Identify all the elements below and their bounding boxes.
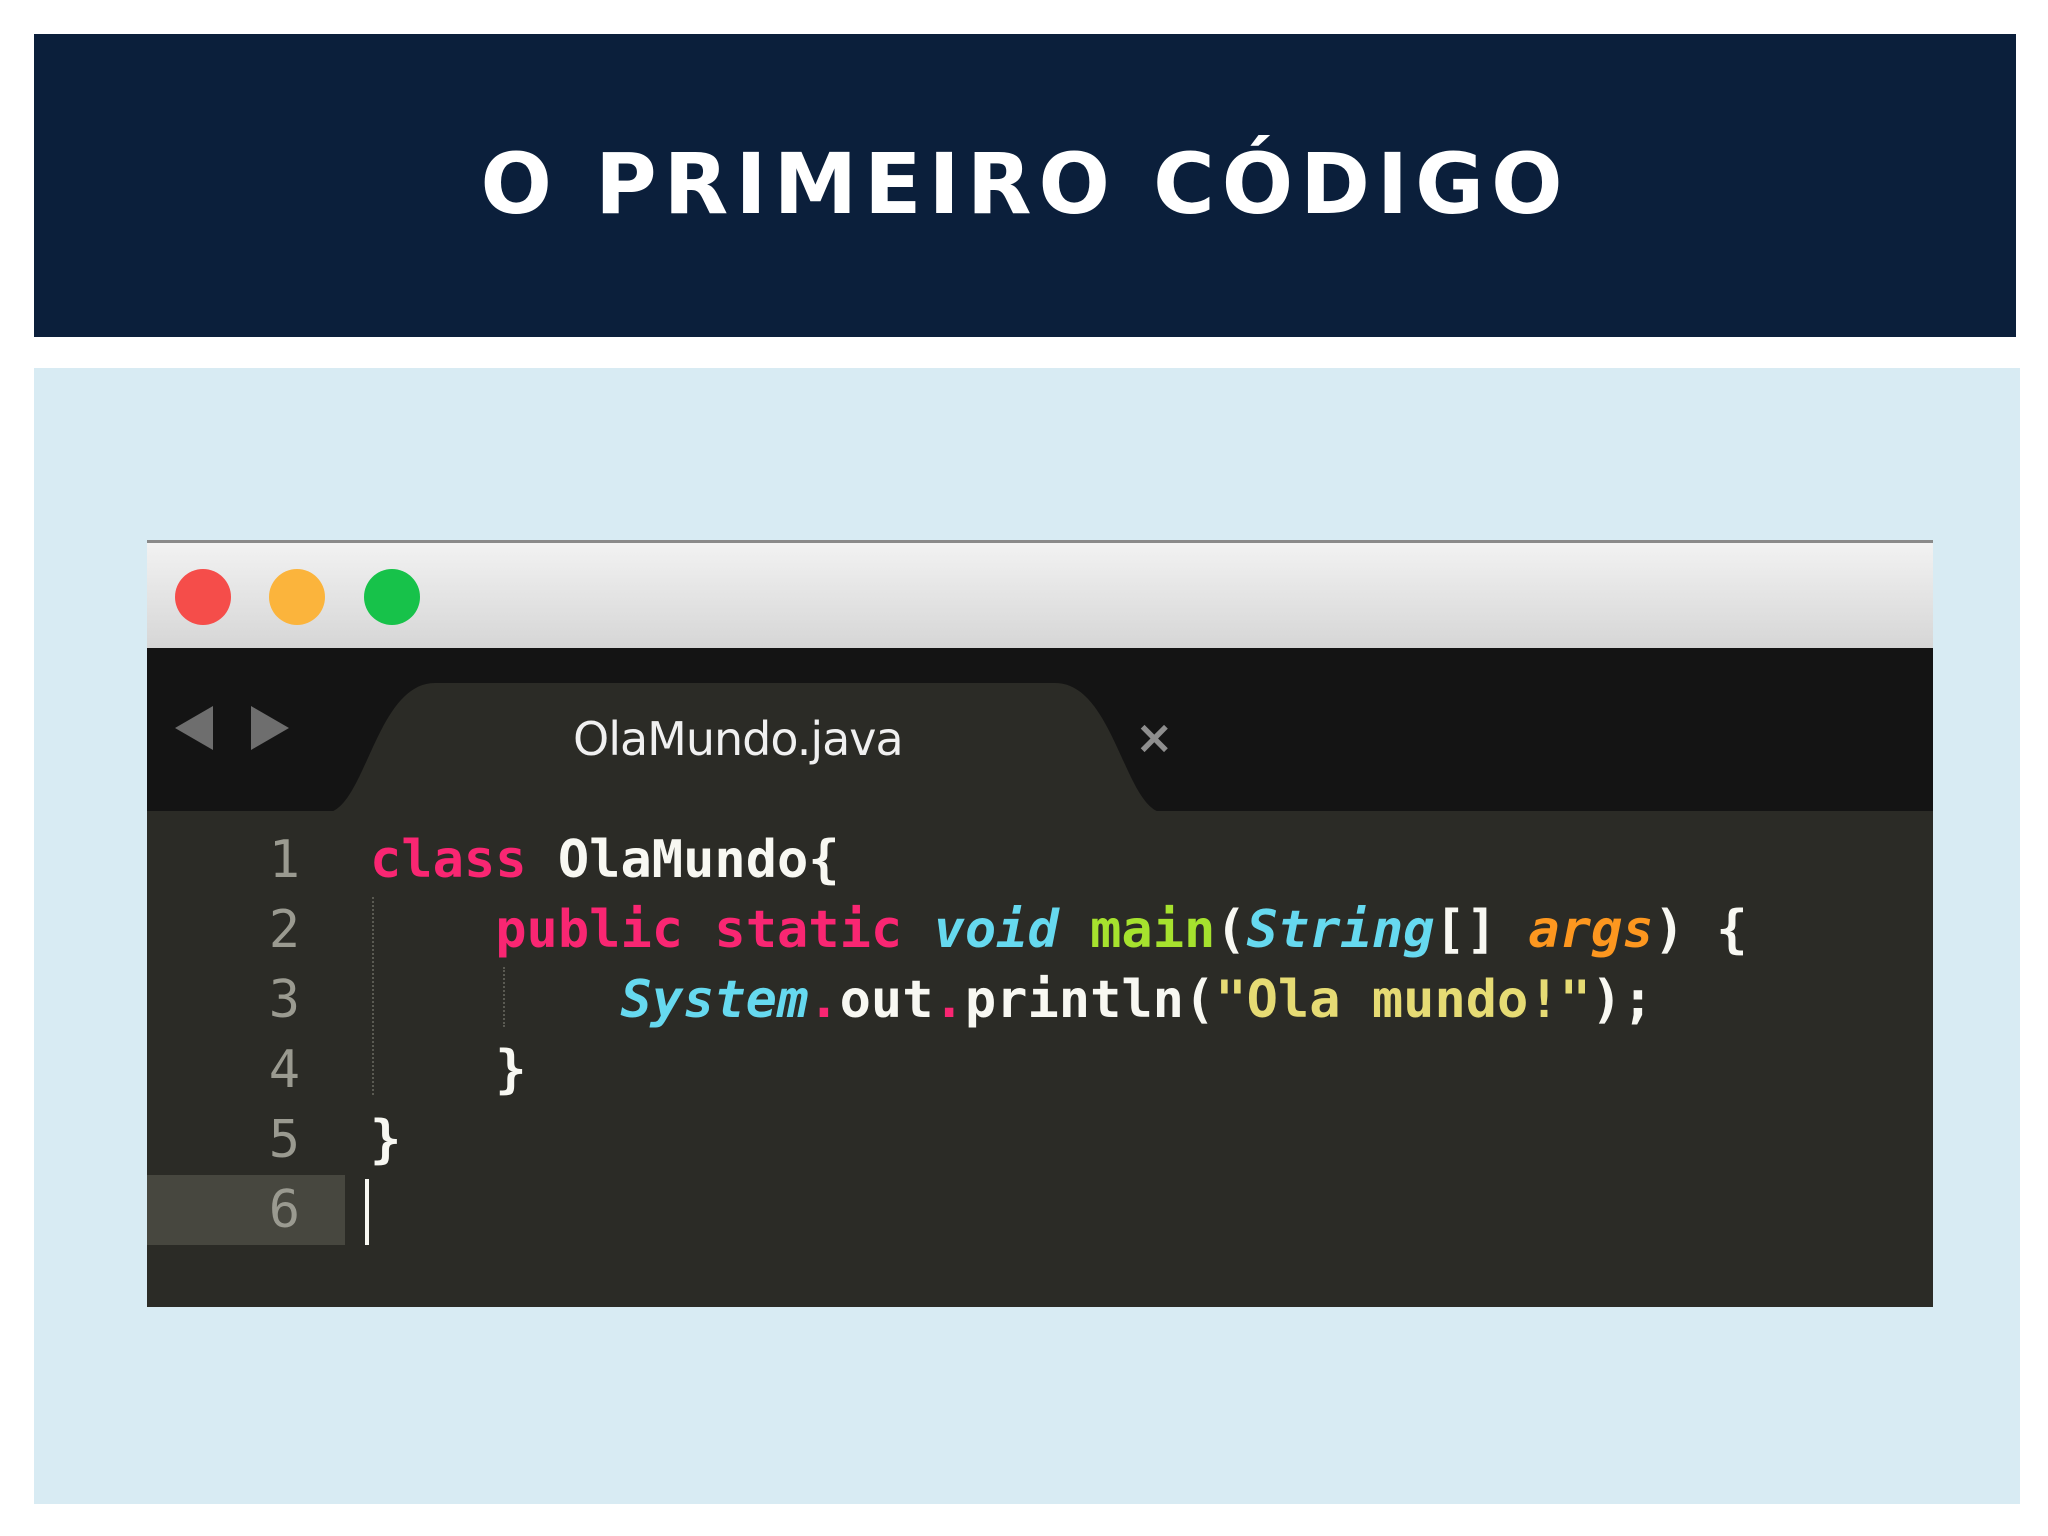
code-line: } — [370, 1105, 401, 1175]
window-title-bar — [147, 540, 1933, 648]
line-number-gutter: 1 2 3 4 5 6 — [147, 811, 345, 1307]
line-number: 4 — [268, 1040, 300, 1100]
code-token: . — [933, 970, 965, 1030]
code-token: main — [1090, 900, 1216, 960]
code-token: void — [933, 900, 1059, 960]
tab-strip: OlaMundo.java × — [147, 648, 1933, 813]
code-token: OlaMundo{ — [526, 830, 840, 890]
code-line: public static void main(String[] args) { — [370, 895, 1748, 965]
line-number: 5 — [268, 1110, 300, 1170]
code-token: println( — [964, 970, 1216, 1030]
tab-close-icon[interactable]: × — [1135, 710, 1174, 764]
line-number: 1 — [268, 830, 300, 890]
line-number: 2 — [268, 900, 300, 960]
window-close-button[interactable] — [175, 569, 231, 625]
editor-window: OlaMundo.java × 1 2 3 4 5 6 class OlaMun… — [147, 540, 1933, 1307]
code-token: class — [370, 830, 527, 890]
line-number: 3 — [268, 970, 300, 1030]
code-line: class OlaMundo{ — [370, 825, 840, 895]
code-token: args — [1528, 900, 1654, 960]
code-token: } — [370, 1040, 527, 1100]
tab-olamundo-java[interactable]: OlaMundo.java × — [325, 678, 1174, 813]
code-editor[interactable]: 1 2 3 4 5 6 class OlaMundo{ public stati… — [147, 811, 1933, 1307]
code-token: ( — [1215, 900, 1247, 960]
code-token: out — [839, 970, 934, 1030]
slide-title-bar: O PRIMEIRO CÓDIGO — [34, 34, 2016, 337]
code-token: static — [714, 900, 903, 960]
code-line: } — [370, 1035, 527, 1105]
code-token: . — [808, 970, 840, 1030]
window-zoom-button[interactable] — [364, 569, 420, 625]
code-token: ) { — [1653, 900, 1748, 960]
code-token: public — [495, 900, 684, 960]
line-number: 6 — [268, 1180, 300, 1240]
code-token: String — [1246, 900, 1435, 960]
back-arrow-icon[interactable] — [175, 706, 213, 750]
code-token: [] — [1434, 900, 1529, 960]
slide-title: O PRIMEIRO CÓDIGO — [480, 134, 1570, 233]
window-minimize-button[interactable] — [269, 569, 325, 625]
code-token: ); — [1590, 970, 1654, 1030]
forward-arrow-icon[interactable] — [251, 706, 289, 750]
code-token: "Ola mundo!" — [1215, 970, 1591, 1030]
tab-label: OlaMundo.java — [573, 712, 904, 766]
code-token: System — [620, 970, 809, 1030]
code-token: } — [370, 1110, 402, 1170]
code-line: System.out.println("Ola mundo!"); — [370, 965, 1654, 1035]
text-cursor — [365, 1179, 369, 1245]
